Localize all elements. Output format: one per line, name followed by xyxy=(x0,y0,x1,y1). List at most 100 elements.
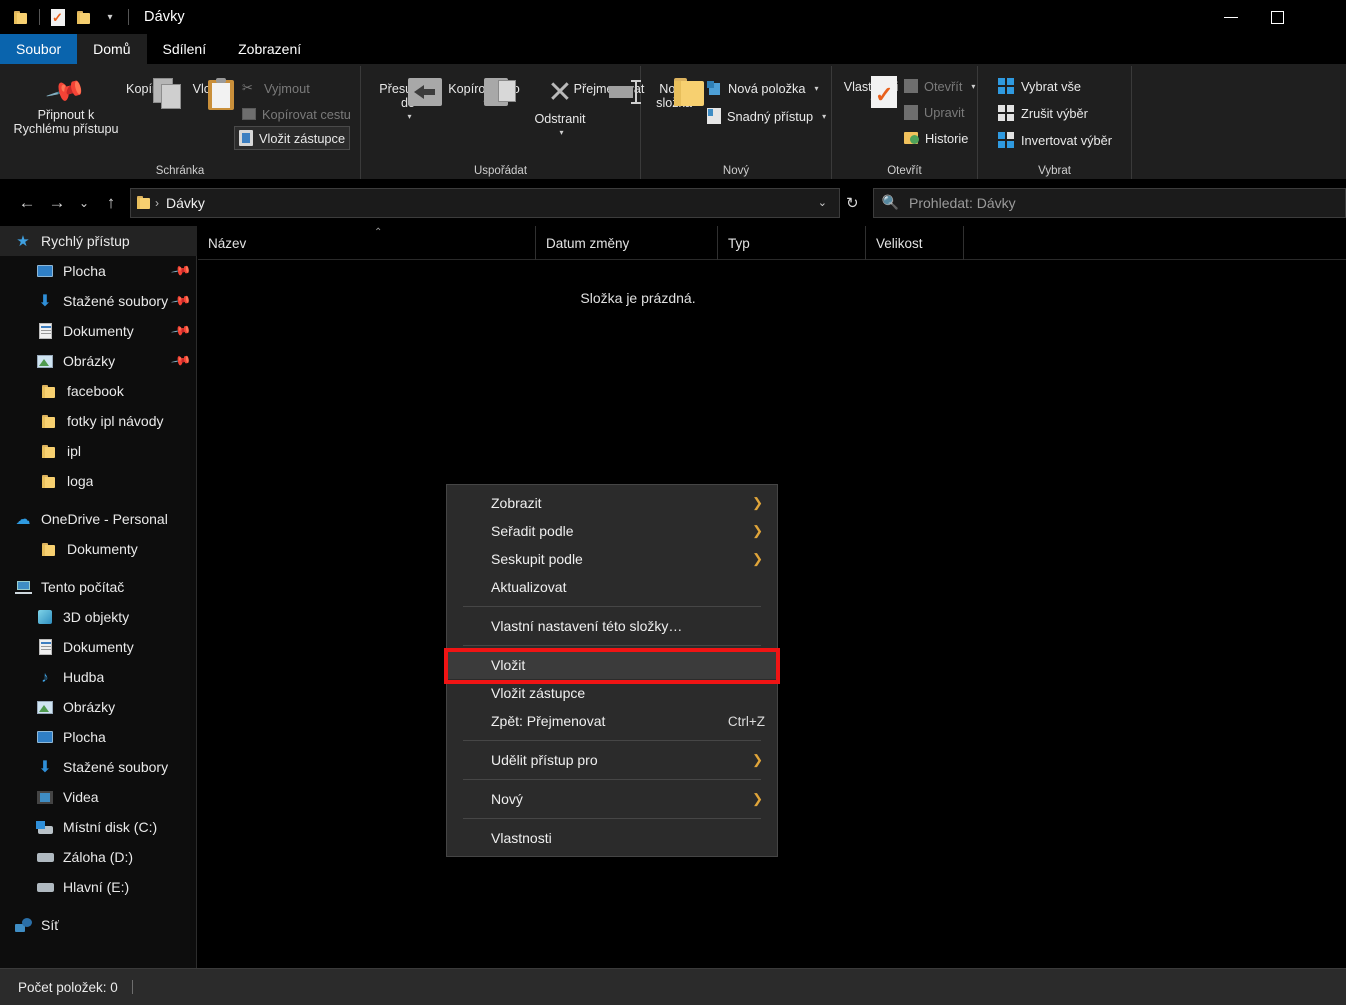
sidebar-item-plocha[interactable]: Plocha 📌 xyxy=(0,256,197,286)
up-arrow-icon[interactable]: ↑ xyxy=(96,188,126,218)
open-label: Otevřít xyxy=(924,78,963,94)
divider xyxy=(131,980,133,994)
3d-objects-icon xyxy=(34,610,56,624)
breadcrumb-item[interactable]: Dávky xyxy=(166,195,205,211)
context-menu-label: Aktualizovat xyxy=(491,579,567,595)
select-all-button[interactable]: Vybrat vše xyxy=(994,74,1085,98)
file-explorer-window: ✓ ▾ Dávky Soubor Domů Sdílení Zobrazení xyxy=(0,0,1346,1005)
sidebar-item-stazene-soubory[interactable]: ⬇ Stažené soubory 📌 xyxy=(0,286,197,316)
sidebar-item-videa[interactable]: Videa xyxy=(0,782,197,812)
search-placeholder: Prohledat: Dávky xyxy=(909,194,1016,211)
context-menu-item-zobrazit[interactable]: Zobrazit ❯ xyxy=(447,489,777,517)
copy-path-icon xyxy=(242,108,256,120)
sidebar-label: OneDrive - Personal xyxy=(41,511,168,527)
copy-to-button[interactable]: Kopírovat do ▾ xyxy=(447,78,521,110)
ribbon-group-label-clipboard: Schránka xyxy=(155,165,205,177)
sidebar-item-quick-access[interactable]: ★ Rychlý přístup xyxy=(0,226,197,256)
open-button[interactable]: Otevřít ▾ xyxy=(900,74,979,98)
context-menu-item-seradit-podle[interactable]: Seřadit podle ❯ xyxy=(447,517,777,545)
forward-arrow-icon[interactable]: → xyxy=(42,188,72,218)
sidebar-item-pc-stazene-soubory[interactable]: ⬇ Stažené soubory xyxy=(0,752,197,782)
pin-to-quick-access-button[interactable]: 📌 Připnout k Rychlému přístupu xyxy=(8,70,124,136)
select-none-button[interactable]: Zrušit výběr xyxy=(994,101,1092,125)
back-arrow-icon[interactable]: ← xyxy=(12,188,42,218)
context-menu-item-udelit-pristup-pro[interactable]: Udělit přístup pro ❯ xyxy=(447,746,777,774)
column-header-velikost[interactable]: Velikost xyxy=(866,226,964,260)
properties-check-icon[interactable]: ✓ xyxy=(45,4,71,30)
desktop-icon xyxy=(34,731,56,743)
context-menu-item-novy[interactable]: Nový ❯ xyxy=(447,785,777,813)
sidebar-item-onedrive[interactable]: ☁ OneDrive - Personal xyxy=(0,504,197,534)
properties-button[interactable]: ✓ Vlastnosti ▾ xyxy=(840,76,902,108)
paste-shortcut-button[interactable]: Vložit zástupce xyxy=(234,126,351,150)
tab-soubor[interactable]: Soubor xyxy=(0,34,78,64)
new-item-button[interactable]: Nová položka ▾ xyxy=(703,76,823,100)
recent-locations-chevron-down-icon[interactable]: ⌄ xyxy=(72,188,96,218)
copy-path-button[interactable]: Kopírovat cestu xyxy=(238,102,355,126)
sidebar-item-fotky-ipl-navody[interactable]: fotky ipl návody xyxy=(0,406,197,436)
address-bar[interactable]: › Dávky ⌄ xyxy=(130,187,840,218)
edit-button[interactable]: Upravit xyxy=(900,100,969,124)
move-to-button[interactable]: Přesunout do ▾ xyxy=(371,78,445,124)
column-header-nazev[interactable]: Název ⌃ xyxy=(198,226,536,260)
folder-icon[interactable] xyxy=(8,4,34,30)
context-menu[interactable]: Zobrazit ❯ Seřadit podle ❯ Seskupit podl… xyxy=(446,484,778,857)
tab-sdileni[interactable]: Sdílení xyxy=(147,34,223,64)
invert-selection-button[interactable]: Invertovat výběr xyxy=(994,128,1116,152)
context-menu-item-zpet-prejmenovat[interactable]: Zpět: Přejmenovat Ctrl+Z xyxy=(447,707,777,735)
sidebar-item-facebook[interactable]: facebook xyxy=(0,376,197,406)
tab-domu[interactable]: Domů xyxy=(77,34,147,64)
context-menu-item-vlastni-nastaveni[interactable]: Vlastní nastavení této složky… xyxy=(447,612,777,640)
easy-access-icon xyxy=(707,108,721,124)
cut-button[interactable]: ✂ Vyjmout xyxy=(238,76,314,100)
sidebar-item-loga[interactable]: loga xyxy=(0,466,197,496)
address-chevron-down-icon[interactable]: ⌄ xyxy=(812,196,833,209)
sidebar-item-dokumenty[interactable]: Dokumenty 📌 xyxy=(0,316,197,346)
context-menu-item-aktualizovat[interactable]: Aktualizovat xyxy=(447,573,777,601)
sidebar-item-pc-plocha[interactable]: Plocha xyxy=(0,722,197,752)
context-menu-item-seskupit-podle[interactable]: Seskupit podle ❯ xyxy=(447,545,777,573)
refresh-icon[interactable]: ↻ xyxy=(840,194,865,212)
search-icon: 🔍 xyxy=(881,194,900,210)
column-header-label: Typ xyxy=(728,235,750,251)
folder-icon[interactable] xyxy=(71,4,97,30)
sidebar-item-pc-obrazky[interactable]: Obrázky xyxy=(0,692,197,722)
tab-zobrazeni[interactable]: Zobrazení xyxy=(222,34,317,64)
documents-icon xyxy=(34,323,56,339)
history-button[interactable]: Historie xyxy=(900,126,972,150)
column-header-datum-zmeny[interactable]: Datum změny xyxy=(536,226,718,260)
sidebar-item-ipl[interactable]: ipl xyxy=(0,436,197,466)
item-count-label: Počet položek: 0 xyxy=(18,979,118,995)
close-icon[interactable] xyxy=(1300,0,1346,34)
sidebar-item-3d-objekty[interactable]: 3D objekty xyxy=(0,602,197,632)
minimize-icon[interactable] xyxy=(1208,0,1254,34)
paste-button[interactable]: Vložit xyxy=(186,78,234,110)
ribbon-group-open: ✓ Vlastnosti ▾ Otevřít ▾ xyxy=(832,64,977,179)
sidebar-item-hudba[interactable]: ♪ Hudba xyxy=(0,662,197,692)
this-pc-icon xyxy=(12,580,34,594)
sidebar-item-zaloha-d[interactable]: Záloha (D:) xyxy=(0,842,197,872)
sidebar-item-hlavni-e[interactable]: Hlavní (E:) xyxy=(0,872,197,902)
maximize-icon[interactable] xyxy=(1254,0,1300,34)
sidebar-item-network[interactable]: Síť xyxy=(0,910,197,940)
copy-button[interactable]: Kopírovat xyxy=(126,78,181,109)
sidebar-label: Stažené soubory xyxy=(63,759,169,775)
sidebar-item-obrazky[interactable]: Obrázky 📌 xyxy=(0,346,197,376)
chevron-down-icon: ▾ xyxy=(559,128,564,137)
context-menu-item-vlozit[interactable]: Vložit xyxy=(447,651,777,679)
context-menu-item-vlastnosti[interactable]: Vlastnosti xyxy=(447,824,777,852)
search-box[interactable]: 🔍 Prohledat: Dávky xyxy=(872,187,1346,218)
ribbon-group-label-new: Nový xyxy=(722,165,750,177)
sidebar-item-onedrive-dokumenty[interactable]: Dokumenty xyxy=(0,534,197,564)
column-header-typ[interactable]: Typ xyxy=(718,226,866,260)
new-folder-button[interactable]: Nová složka xyxy=(645,78,704,110)
sidebar-item-mistni-disk-c[interactable]: Místní disk (C:) xyxy=(0,812,197,842)
chevron-down-icon[interactable]: ▾ xyxy=(97,4,123,30)
context-menu-item-vlozit-zastupce[interactable]: Vložit zástupce xyxy=(447,679,777,707)
easy-access-button[interactable]: Snadný přístup ▾ xyxy=(703,104,830,128)
pin-icon: 📌 xyxy=(170,349,193,372)
pictures-icon xyxy=(34,700,56,714)
sidebar-item-pc-dokumenty[interactable]: Dokumenty xyxy=(0,632,197,662)
sidebar-item-this-pc[interactable]: Tento počítač xyxy=(0,572,197,602)
navigation-pane[interactable]: ★ Rychlý přístup Plocha 📌 ⬇ Stažené soub… xyxy=(0,226,197,968)
